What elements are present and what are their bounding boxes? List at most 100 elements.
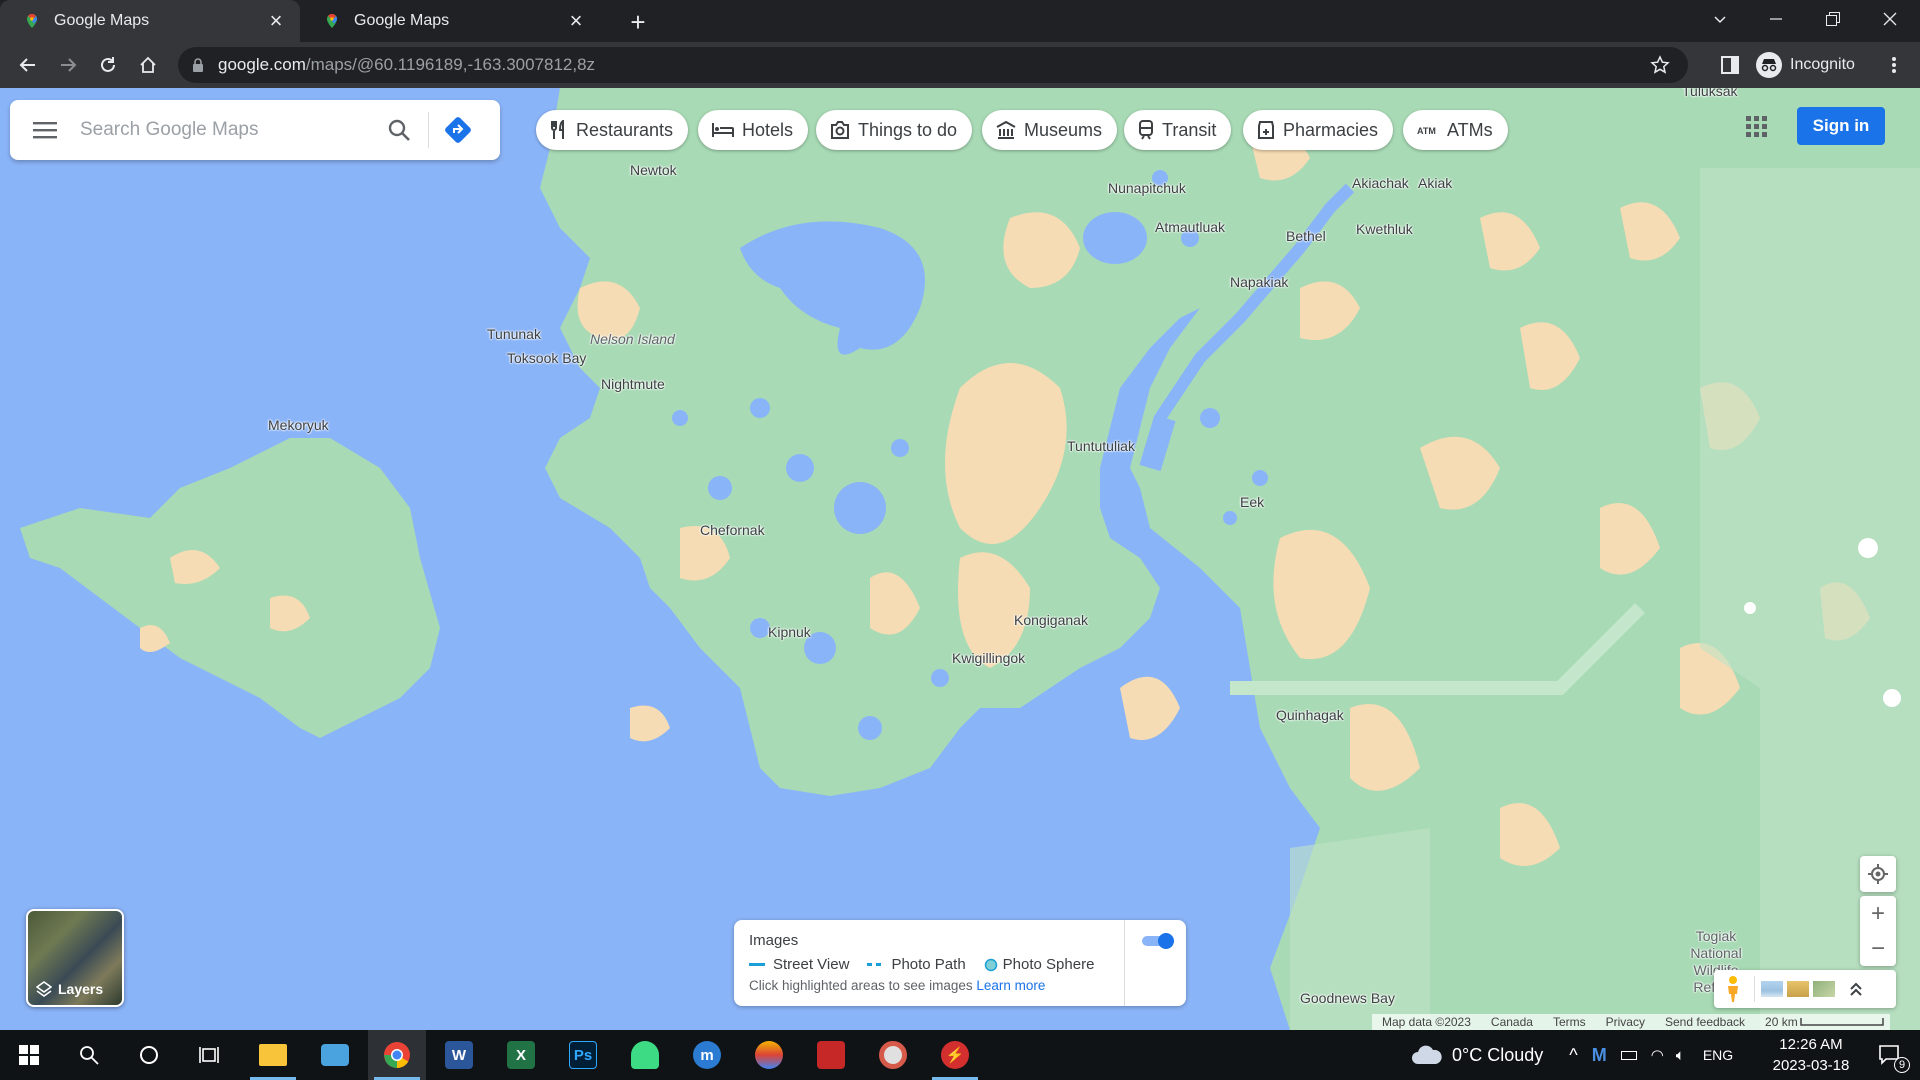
more-menu-icon[interactable] [1878, 49, 1910, 81]
language-indicator[interactable]: ENG [1703, 1047, 1733, 1063]
send-feedback-link[interactable]: Send feedback [1665, 1015, 1745, 1029]
thumb-imagery-icon[interactable] [1813, 981, 1835, 997]
place-label[interactable]: Mekoryuk [268, 417, 329, 433]
chip-museums[interactable]: Museums [982, 110, 1118, 150]
pegman-icon[interactable] [1718, 974, 1748, 1004]
my-location-button[interactable] [1860, 856, 1896, 892]
word-icon[interactable]: W [430, 1030, 488, 1080]
media-player-icon[interactable] [864, 1030, 922, 1080]
zoom-out-icon[interactable]: − [1860, 931, 1896, 966]
place-label[interactable]: Goodnews Bay [1300, 990, 1395, 1006]
terms-link[interactable]: Terms [1553, 1015, 1586, 1029]
thumb-imagery-icon[interactable] [1761, 981, 1783, 997]
google-apps-grid-icon[interactable] [1744, 114, 1772, 142]
file-explorer-icon[interactable] [244, 1030, 302, 1080]
search-icon[interactable] [370, 100, 428, 160]
zoom-in-icon[interactable]: + [1860, 896, 1896, 931]
lock-icon [193, 58, 203, 72]
place-label[interactable]: Tuluksak [1682, 88, 1738, 99]
weather-text[interactable]: 0°C Cloudy [1452, 1045, 1543, 1066]
sign-in-button[interactable]: Sign in [1797, 107, 1885, 145]
region-link[interactable]: Canada [1491, 1015, 1533, 1029]
place-label[interactable]: Atmautluak [1155, 219, 1225, 235]
place-label[interactable]: Nelson Island [590, 331, 675, 347]
place-label[interactable]: Kongiganak [1014, 612, 1088, 628]
place-label[interactable]: Newtok [630, 162, 677, 178]
place-label[interactable]: Kipnuk [768, 624, 811, 640]
clock[interactable]: 12:26 AM 2023-03-18 [1766, 1034, 1856, 1076]
browser-tab-active[interactable]: Google Maps × [0, 0, 300, 42]
bookmark-star-icon[interactable] [1650, 55, 1670, 75]
restore-icon[interactable] [1805, 0, 1861, 38]
meet-icon[interactable]: M [1592, 1045, 1607, 1066]
images-toggle[interactable] [1140, 932, 1176, 949]
place-label[interactable]: Chefornak [700, 522, 765, 538]
volume-icon[interactable]: 🔈︎ [1676, 1047, 1685, 1064]
chrome-icon[interactable] [368, 1030, 426, 1080]
chip-restaurants[interactable]: Restaurants [536, 110, 689, 150]
minimize-icon[interactable] [1748, 0, 1804, 38]
place-label[interactable]: Tuntutuliak [1067, 438, 1135, 454]
place-label[interactable]: Akiak [1418, 175, 1452, 191]
control-panel-icon[interactable] [306, 1030, 364, 1080]
search-icon[interactable] [60, 1030, 118, 1080]
color-app-icon[interactable] [740, 1030, 798, 1080]
place-label[interactable]: Kwethluk [1356, 221, 1413, 237]
photoshop-icon[interactable]: Ps [554, 1030, 612, 1080]
layers-button[interactable]: Layers [26, 909, 124, 1007]
start-icon[interactable] [0, 1030, 58, 1080]
chip-hotels[interactable]: Hotels [698, 110, 809, 150]
fork-knife-icon [551, 120, 564, 139]
place-label[interactable]: Quinhagak [1276, 707, 1344, 723]
close-window-icon[interactable] [1862, 0, 1918, 38]
tab-search-chevron-icon[interactable] [1692, 0, 1748, 38]
place-label[interactable]: Nightmute [601, 376, 665, 392]
new-tab-button[interactable]: + [624, 7, 652, 37]
tab-close-icon[interactable]: × [566, 10, 586, 32]
side-panel-icon[interactable] [1714, 49, 1746, 81]
directions-icon[interactable] [429, 100, 487, 160]
task-view-icon[interactable] [180, 1030, 238, 1080]
place-label[interactable]: Nunapitchuk [1108, 180, 1186, 196]
place-label[interactable]: Toksook Bay [507, 350, 586, 366]
chip-atms[interactable]: ATM ATMs [1403, 110, 1508, 150]
address-bar[interactable]: google.com/maps/@60.1196189,-163.3007812… [178, 47, 1688, 83]
flash-app-icon[interactable]: ⚡ [926, 1030, 984, 1080]
home-icon[interactable] [132, 49, 164, 81]
expand-up-icon[interactable] [1849, 981, 1863, 997]
excel-icon[interactable]: X [492, 1030, 550, 1080]
browser-tab[interactable]: Google Maps × [300, 0, 600, 42]
forward-icon[interactable] [52, 49, 84, 81]
place-label[interactable]: Napakiak [1230, 274, 1288, 290]
thumb-imagery-icon[interactable] [1787, 981, 1809, 997]
search-box [10, 100, 500, 160]
battery-icon[interactable] [1620, 1050, 1637, 1060]
clapper-app-icon[interactable] [802, 1030, 860, 1080]
place-label[interactable]: Eek [1240, 494, 1264, 510]
cortana-icon[interactable] [120, 1030, 178, 1080]
museum-icon [996, 121, 1016, 139]
tab-close-icon[interactable]: × [266, 10, 286, 32]
legend-label: Photo Sphere [1002, 956, 1095, 973]
wifi-icon[interactable]: ◠ [1651, 1046, 1664, 1064]
notifications-icon[interactable]: 9 [1860, 1030, 1918, 1080]
privacy-link[interactable]: Privacy [1606, 1015, 1645, 1029]
search-input[interactable] [80, 119, 370, 141]
place-label[interactable]: Tununak [487, 326, 541, 342]
scale-label[interactable]: 20 km [1765, 1015, 1798, 1029]
chip-transit[interactable]: Transit [1124, 110, 1232, 150]
incognito-indicator[interactable]: Incognito [1756, 47, 1855, 83]
map-canvas[interactable]: Tuluksak Newtok Nunapitchuk Akiachak Aki… [0, 88, 1920, 1030]
mu-app-icon[interactable]: m [678, 1030, 736, 1080]
reload-icon[interactable] [92, 49, 124, 81]
chip-things-to-do[interactable]: Things to do [816, 110, 973, 150]
tray-chevron-icon[interactable]: ^ [1569, 1045, 1577, 1066]
place-label[interactable]: Bethel [1286, 228, 1326, 244]
chip-pharmacies[interactable]: Pharmacies [1243, 110, 1394, 150]
place-label[interactable]: Akiachak [1352, 175, 1409, 191]
hamburger-menu-icon[interactable] [10, 100, 80, 160]
robot-app-icon[interactable] [616, 1030, 674, 1080]
place-label[interactable]: Kwigillingok [952, 650, 1025, 666]
back-icon[interactable] [12, 49, 44, 81]
learn-more-link[interactable]: Learn more [976, 978, 1045, 993]
